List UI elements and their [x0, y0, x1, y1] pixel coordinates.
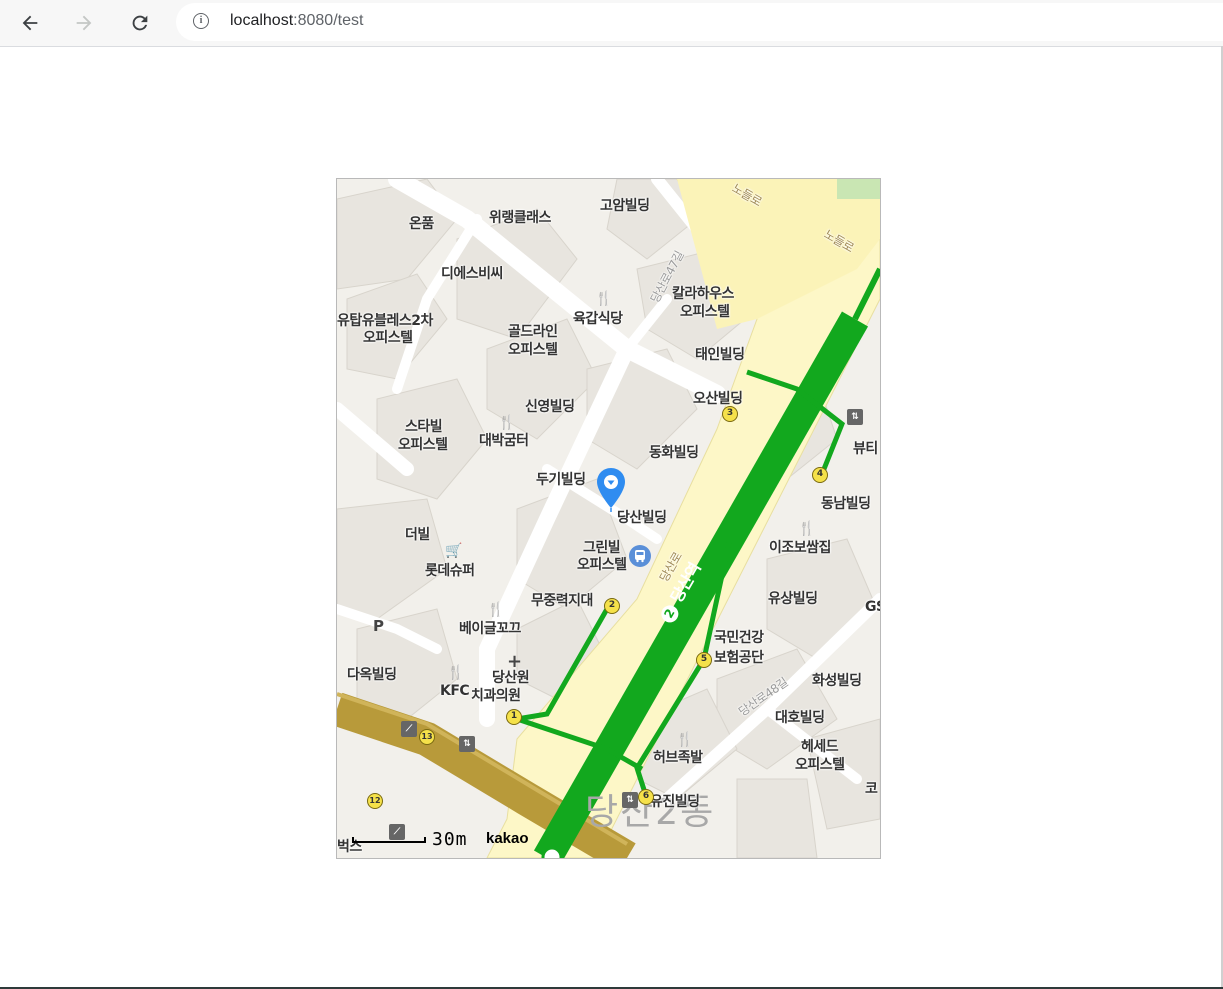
- place-label: 태인빌딩: [695, 347, 745, 363]
- browser-toolbar: i localhost:8080/test: [0, 0, 1223, 47]
- forward-button[interactable]: [67, 6, 101, 40]
- elevator-icon: ⇅: [622, 792, 638, 808]
- place-label: 코: [865, 781, 878, 797]
- place-label: 다옥빌딩: [347, 667, 397, 683]
- place-label: 무중력지대: [531, 593, 593, 609]
- place-label: 오피스텔: [363, 330, 413, 346]
- restaurant-icon: 🍴: [447, 665, 465, 681]
- place-label: 고암빌딩: [600, 198, 650, 214]
- place-label: 치과의원: [471, 688, 521, 704]
- exit-badge[interactable]: 4: [812, 467, 828, 483]
- kakao-map[interactable]: 노들로 노들로 당산로47길 당산로 당산로48길 2 당산역 당산2동 온품 …: [336, 178, 881, 859]
- exit-badge[interactable]: 3: [722, 406, 738, 422]
- restaurant-icon: 🍴: [498, 415, 516, 431]
- place-label: 오피스텔: [680, 304, 730, 320]
- place-label: 보험공단: [714, 650, 764, 666]
- scale-bar: [352, 837, 426, 843]
- scale-label: 30m: [432, 829, 468, 850]
- shopping-cart-icon: 🛒: [445, 543, 463, 559]
- place-label: 오피스텔: [795, 757, 845, 773]
- place-label: 베이글꼬끄: [459, 621, 521, 637]
- place-label: 이조보쌈집: [769, 540, 831, 556]
- place-label: 당산원: [492, 670, 530, 686]
- url-host: localhost: [230, 12, 294, 29]
- place-label: 뷰티: [853, 441, 878, 457]
- exit-badge[interactable]: 2: [604, 598, 620, 614]
- address-bar[interactable]: i localhost:8080/test: [176, 3, 1223, 41]
- reload-icon: [132, 15, 148, 31]
- place-label: 동남빌딩: [821, 496, 871, 512]
- place-label: 대호빌딩: [775, 710, 825, 726]
- kakao-logo[interactable]: kakao: [486, 830, 529, 847]
- place-label: 골드라인: [508, 324, 558, 340]
- url-text[interactable]: localhost:8080/test: [230, 12, 363, 30]
- reload-button[interactable]: [123, 6, 157, 40]
- place-label: 유탑유블레스2차: [337, 313, 433, 329]
- bus-stop-icon[interactable]: [629, 545, 651, 567]
- exit-badge[interactable]: 13: [419, 729, 435, 745]
- arrow-right-icon: [76, 15, 92, 31]
- exit-badge[interactable]: 6: [638, 789, 654, 805]
- place-label: 국민건강: [714, 630, 764, 646]
- place-label: GS: [865, 599, 880, 615]
- place-label: 롯데슈퍼: [425, 563, 475, 579]
- url-path: :8080/test: [293, 12, 364, 29]
- place-label: 칼라하우스: [672, 286, 734, 302]
- location-pin-icon[interactable]: [595, 466, 627, 512]
- place-label: KFC: [440, 683, 470, 699]
- place-label: 동화빌딩: [649, 445, 699, 461]
- place-label: 오피스텔: [508, 342, 558, 358]
- place-label: 오피스텔: [577, 557, 627, 573]
- elevator-icon: ⇅: [459, 736, 475, 752]
- hospital-cross-icon: +: [507, 651, 523, 672]
- place-label: 그린빌: [583, 540, 621, 556]
- place-label: 위랭클래스: [489, 210, 551, 226]
- place-label: 오산빌딩: [693, 391, 743, 407]
- exit-badge[interactable]: 1: [506, 709, 522, 725]
- arrow-left-icon: [22, 15, 38, 31]
- place-label: 육갑식당: [573, 311, 623, 327]
- exit-badge[interactable]: 5: [696, 652, 712, 668]
- restaurant-icon: 🍴: [798, 521, 816, 537]
- parking-icon: P: [373, 617, 384, 635]
- place-label: 디에스비씨: [441, 266, 503, 282]
- place-label: 유진빌딩: [650, 794, 700, 810]
- exit-badge[interactable]: 12: [367, 793, 383, 809]
- info-icon[interactable]: i: [193, 13, 209, 29]
- place-label: 온품: [409, 216, 434, 232]
- place-label: 스타빌: [405, 419, 443, 435]
- restaurant-icon: 🍴: [595, 291, 613, 307]
- place-label: 당산빌딩: [617, 510, 667, 526]
- place-label: 허브족발: [653, 750, 703, 766]
- place-label: 헤세드: [801, 739, 839, 755]
- place-label: 대박굼터: [479, 433, 529, 449]
- back-button[interactable]: [13, 6, 47, 40]
- escalator-icon: ⟋: [401, 721, 417, 737]
- restaurant-icon: 🍴: [487, 602, 505, 618]
- place-label: 더빌: [405, 527, 430, 543]
- place-label: 신영빌딩: [525, 399, 575, 415]
- place-label: 두기빌딩: [536, 472, 586, 488]
- restaurant-icon: 🍴: [676, 732, 694, 748]
- place-label: 유상빌딩: [768, 591, 818, 607]
- place-label: 화성빌딩: [812, 673, 862, 689]
- place-label: 오피스텔: [398, 437, 448, 453]
- elevator-icon: ⇅: [847, 409, 863, 425]
